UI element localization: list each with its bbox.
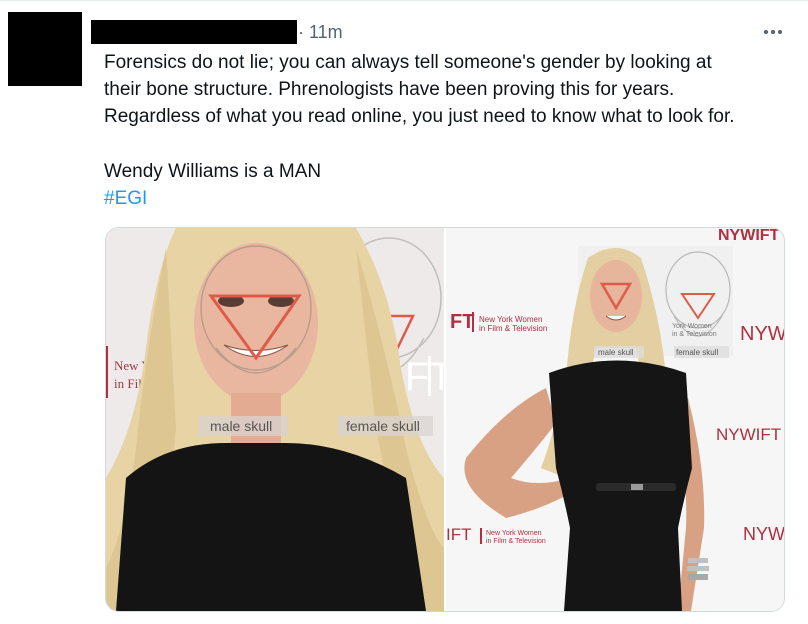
media-image-right[interactable]: NYWIFT FT New York Women in Film & Telev… [446, 228, 784, 611]
tweet-line-3: Regardless of what you read online, you … [104, 106, 735, 128]
right-brand-bottom-right: NYW [743, 524, 784, 544]
right-brand-top: NYWIFT [718, 228, 780, 244]
right-bottom-org-name: New York Women [486, 530, 542, 537]
hashtag-link[interactable]: #EGI [104, 185, 794, 212]
tweet-body: Forensics do not lie; you can always tel… [104, 49, 794, 212]
tweet-media[interactable]: New Yo in Film WIFT [105, 227, 785, 612]
right-male-skull-label: male skull [598, 348, 634, 357]
left-male-skull-label: male skull [210, 418, 272, 434]
right-female-skull-label: female skull [676, 348, 718, 357]
right-org-sub: in Film & Television [479, 324, 547, 333]
right-brand-mid: NYWIFT [716, 425, 781, 444]
more-options-icon[interactable] [758, 22, 788, 42]
right-bottom-org-short: IFT [446, 525, 472, 544]
left-female-skull-label: female skull [346, 418, 420, 434]
avatar[interactable] [8, 12, 82, 86]
tweet-line-1: Forensics do not lie; you can always tel… [104, 52, 712, 73]
right-overlay-sub: in & Television [672, 331, 717, 338]
right-org-short: FT [450, 311, 474, 333]
redacted-display-name[interactable] [91, 20, 297, 44]
right-photo-illustration: NYWIFT FT New York Women in Film & Telev… [446, 228, 784, 611]
left-photo-illustration: New Yo in Film WIFT [106, 228, 444, 611]
timestamp-value: 11m [309, 22, 343, 42]
tweet-claim-line: Wendy Williams is a MAN [104, 160, 322, 182]
right-org-name: New York Women [479, 315, 542, 324]
tweet-line-2: their bone structure. Phrenologists have… [104, 79, 675, 101]
right-brand-right: NYW [740, 323, 784, 345]
right-overlay-org: York Women [672, 323, 712, 330]
media-image-left[interactable]: New Yo in Film WIFT [106, 228, 444, 611]
top-divider [0, 0, 808, 1]
tweet-timestamp[interactable]: · 11m [298, 20, 343, 44]
right-bottom-org-sub: in Film & Television [486, 538, 546, 545]
